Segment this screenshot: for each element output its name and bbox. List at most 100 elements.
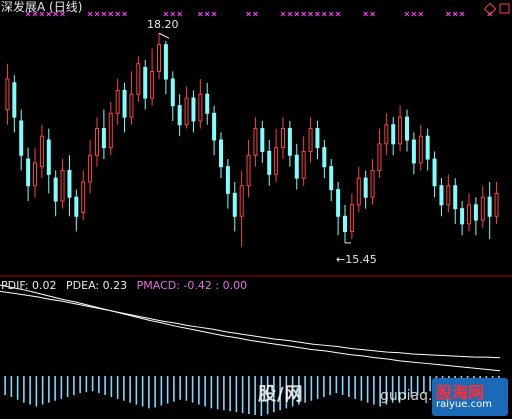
candle-body (115, 89, 120, 114)
signal-marker (445, 11, 451, 17)
candle-body (143, 67, 148, 99)
signal-marker (294, 11, 300, 17)
watermark-text: 股/网 (258, 384, 304, 405)
pdif-value: PDIF: 0.02 (1, 279, 57, 292)
candle-body (287, 128, 292, 156)
candle-body (246, 154, 251, 187)
candle-body (294, 154, 299, 179)
candle-body (322, 147, 327, 168)
macd-panel (0, 284, 501, 372)
signal-marker (204, 11, 210, 17)
pdif-line (0, 284, 501, 372)
candle-body (225, 166, 230, 194)
signal-marker (335, 11, 341, 17)
candle-body (343, 215, 347, 232)
candlestick-series (5, 32, 499, 247)
candle-body (184, 97, 189, 126)
signal-marker (246, 11, 251, 17)
watermark-badge: 股海网 raiyue.com (432, 378, 508, 416)
candle-body (370, 170, 375, 198)
signal-marker (404, 11, 410, 17)
candle-body (315, 128, 320, 149)
signal-markers (25, 11, 493, 17)
candle-body (405, 116, 409, 141)
signal-marker (211, 11, 217, 17)
signal-marker (115, 11, 121, 17)
candle-body (384, 124, 389, 145)
signal-marker (108, 11, 114, 17)
candle-body (467, 204, 471, 225)
candle-body (260, 128, 265, 152)
candle-body (12, 82, 17, 118)
indicator-legend: PDIF: 0.02 PDEA: 0.23 PMACD: -0.42 : 0.0… (1, 279, 253, 293)
candle-body (446, 185, 451, 206)
candle-body (170, 78, 175, 107)
pdea-line (0, 290, 501, 359)
signal-marker (363, 11, 369, 17)
candle-body (336, 189, 341, 217)
candle-body (232, 192, 237, 217)
candle-body (150, 70, 155, 99)
signal-marker (418, 11, 424, 17)
candle-body (487, 196, 492, 217)
candle-body (219, 139, 223, 168)
candle-body (239, 185, 244, 217)
signal-marker (101, 11, 107, 17)
candle-body (101, 128, 106, 149)
candle-body (88, 154, 93, 183)
candle-body (411, 139, 416, 164)
low-price-label: ←15.45 (336, 253, 377, 266)
candle-body (177, 105, 182, 126)
pdea-value: PDEA: 0.23 (66, 279, 128, 292)
candle-body (363, 177, 368, 198)
candle-body (81, 181, 86, 213)
candle-body (95, 128, 99, 156)
signal-marker (321, 11, 327, 17)
candle-body (39, 135, 44, 168)
signal-marker (459, 11, 465, 17)
candle-body (329, 166, 334, 191)
candle-body (418, 135, 423, 164)
candle-body (33, 162, 37, 187)
candle-body (163, 44, 168, 80)
candle-body (391, 124, 396, 145)
candle-body (46, 139, 51, 175)
signal-marker (87, 11, 93, 17)
square-icon[interactable] (499, 3, 510, 14)
signal-marker (170, 11, 176, 17)
candle-body (356, 177, 361, 206)
candle-body (274, 147, 279, 175)
high-price-label: 18.20 (147, 18, 179, 31)
candle-body (425, 135, 430, 160)
candle-body (301, 150, 306, 179)
candle-body (473, 204, 478, 221)
signal-marker (370, 11, 375, 17)
candle-body (398, 116, 403, 145)
signal-marker (122, 11, 127, 17)
candle-body (60, 170, 65, 202)
candle-body (253, 128, 258, 156)
signal-marker (301, 11, 307, 17)
candle-body (432, 158, 437, 187)
candle-body (108, 112, 113, 149)
candle-body (494, 192, 499, 217)
candle-body (198, 93, 203, 122)
signal-marker (411, 11, 417, 17)
signal-marker (280, 11, 286, 17)
chart-canvas (0, 2, 512, 416)
signal-marker (163, 11, 169, 17)
signal-marker (197, 11, 203, 17)
candle-body (26, 158, 31, 187)
signal-marker (308, 11, 313, 17)
signal-marker (287, 11, 293, 17)
candle-body (74, 196, 79, 217)
chart-title: 深发展A (日线) (1, 0, 83, 14)
candle-body (281, 128, 285, 149)
candle-body (460, 208, 465, 225)
pmacd-value: PMACD: -0.42 : 0.00 (136, 279, 248, 292)
signal-marker (94, 11, 100, 17)
high-pointer (158, 32, 170, 39)
candle-body (67, 170, 72, 198)
candle-body (453, 185, 458, 210)
candle-body (129, 93, 134, 118)
